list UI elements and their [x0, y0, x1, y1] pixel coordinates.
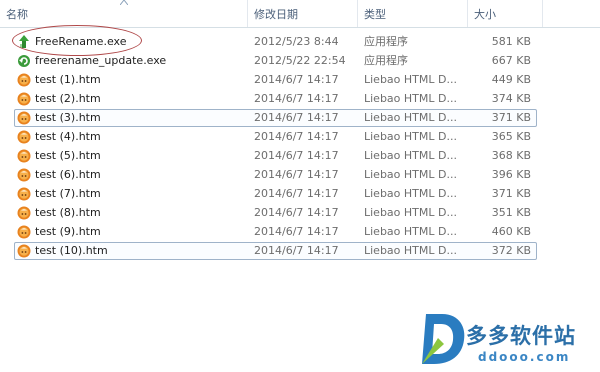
file-size: 374 KB [491, 92, 531, 105]
column-header-date-label: 修改日期 [254, 8, 298, 21]
column-header-type-label: 类型 [364, 8, 386, 21]
liebao-html-icon [17, 244, 31, 258]
column-header-name[interactable]: 名称 [0, 0, 248, 27]
file-date: 2014/6/7 14:17 [254, 168, 339, 181]
annotation-ellipse [12, 25, 142, 56]
liebao-html-icon [17, 73, 31, 87]
file-size: 667 KB [491, 54, 531, 67]
file-size: 365 KB [491, 130, 531, 143]
file-name: test (3).htm [35, 111, 101, 124]
file-type: Liebao HTML D... [364, 130, 457, 143]
file-date: 2012/5/23 8:44 [254, 35, 339, 48]
file-name: test (1).htm [35, 73, 101, 86]
file-type: Liebao HTML D... [364, 73, 457, 86]
file-type: Liebao HTML D... [364, 149, 457, 162]
column-header-size[interactable]: 大小 [468, 0, 543, 27]
file-type: Liebao HTML D... [364, 206, 457, 219]
file-size: 460 KB [491, 225, 531, 238]
liebao-html-icon [17, 206, 31, 220]
file-date: 2014/6/7 14:17 [254, 130, 339, 143]
file-size: 368 KB [491, 149, 531, 162]
file-date: 2014/6/7 14:17 [254, 225, 339, 238]
liebao-html-icon [17, 187, 31, 201]
watermark-title: 多多软件站 [466, 324, 576, 348]
file-type: 应用程序 [364, 54, 408, 67]
file-row[interactable]: test (2).htm 2014/6/7 14:17 Liebao HTML D.… [14, 90, 537, 108]
file-row[interactable]: test (8).htm 2014/6/7 14:17 Liebao HTML D.… [14, 204, 537, 222]
liebao-html-icon [17, 130, 31, 144]
file-row[interactable]: test (3).htm 2014/6/7 14:17 Liebao HTML D.… [14, 109, 537, 127]
liebao-html-icon [17, 149, 31, 163]
file-type: Liebao HTML D... [364, 92, 457, 105]
file-type: Liebao HTML D... [364, 111, 457, 124]
file-type: Liebao HTML D... [364, 168, 457, 181]
file-name: test (4).htm [35, 130, 101, 143]
file-size: 396 KB [491, 168, 531, 181]
file-name: test (7).htm [35, 187, 101, 200]
file-date: 2014/6/7 14:17 [254, 149, 339, 162]
file-size: 371 KB [491, 111, 531, 124]
file-date: 2014/6/7 14:17 [254, 206, 339, 219]
file-name: test (6).htm [35, 168, 101, 181]
file-row[interactable]: test (1).htm 2014/6/7 14:17 Liebao HTML D.… [14, 71, 537, 89]
update-app-icon [17, 54, 31, 68]
file-type: Liebao HTML D... [364, 187, 457, 200]
file-date: 2014/6/7 14:17 [254, 244, 339, 257]
file-row[interactable]: test (6).htm 2014/6/7 14:17 Liebao HTML D.… [14, 166, 537, 184]
liebao-html-icon [17, 225, 31, 239]
file-size: 371 KB [491, 187, 531, 200]
file-type: Liebao HTML D... [364, 244, 457, 257]
column-header-type[interactable]: 类型 [358, 0, 468, 27]
file-row[interactable]: test (5).htm 2014/6/7 14:17 Liebao HTML D.… [14, 147, 537, 165]
file-type: 应用程序 [364, 35, 408, 48]
file-size: 581 KB [491, 35, 531, 48]
sort-ascending-icon [120, 0, 128, 5]
watermark-url: ddooo.com [478, 350, 571, 364]
file-size: 372 KB [491, 244, 531, 257]
file-date: 2014/6/7 14:17 [254, 73, 339, 86]
file-size: 449 KB [491, 73, 531, 86]
file-name: test (8).htm [35, 206, 101, 219]
liebao-html-icon [17, 111, 31, 125]
column-header-size-label: 大小 [474, 8, 496, 21]
file-name: test (2).htm [35, 92, 101, 105]
liebao-html-icon [17, 92, 31, 106]
file-name: test (10).htm [35, 244, 108, 257]
file-date: 2014/6/7 14:17 [254, 187, 339, 200]
column-header-bar: 名称 修改日期 类型 大小 [0, 0, 600, 28]
file-name: test (9).htm [35, 225, 101, 238]
file-size: 351 KB [491, 206, 531, 219]
file-row[interactable]: test (10).htm 2014/6/7 14:17 Liebao HTML D… [14, 242, 537, 260]
watermark: 多多软件站 ddooo.com [420, 310, 595, 370]
watermark-logo-icon [422, 314, 465, 364]
file-row[interactable]: test (4).htm 2014/6/7 14:17 Liebao HTML D.… [14, 128, 537, 146]
file-name: test (5).htm [35, 149, 101, 162]
file-row[interactable]: test (9).htm 2014/6/7 14:17 Liebao HTML D.… [14, 223, 537, 241]
file-date: 2014/6/7 14:17 [254, 111, 339, 124]
column-header-date[interactable]: 修改日期 [248, 0, 358, 27]
file-type: Liebao HTML D... [364, 225, 457, 238]
file-date: 2012/5/22 22:54 [254, 54, 346, 67]
liebao-html-icon [17, 168, 31, 182]
file-date: 2014/6/7 14:17 [254, 92, 339, 105]
file-row[interactable]: test (7).htm 2014/6/7 14:17 Liebao HTML D.… [14, 185, 537, 203]
column-header-name-label: 名称 [6, 8, 28, 21]
